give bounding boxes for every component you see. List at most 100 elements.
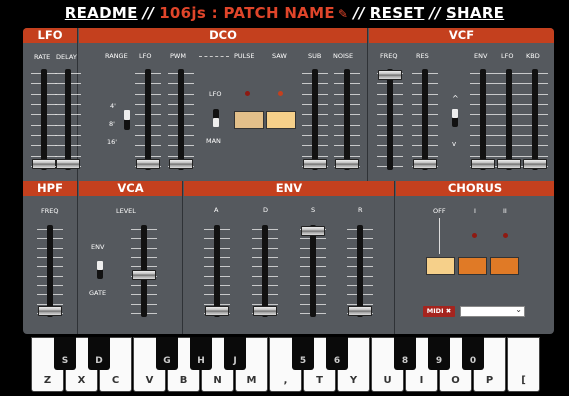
nav-separator: // [142,4,155,22]
brand-name: 106js [159,4,207,22]
vcf-lfo-label: LFO [501,52,514,60]
slider-knob[interactable] [132,270,156,280]
black-key[interactable]: 0 [462,337,484,370]
vcf-freq-slider[interactable] [377,69,403,170]
key-label: Y [349,375,358,386]
dco-noise-slider[interactable] [334,69,360,170]
slider-knob[interactable] [253,306,277,316]
vcf-polarity-switch[interactable] [452,109,458,127]
white-key[interactable]: [ [507,337,540,392]
slider-knob[interactable] [378,70,402,80]
midi-device-select[interactable]: ⌄ [460,305,525,317]
slider-knob[interactable] [497,159,521,169]
slider-knob[interactable] [38,306,62,316]
chorus-i-button[interactable] [458,257,487,275]
readme-link[interactable]: README [65,4,138,22]
vca-level-slider[interactable] [131,225,157,317]
env-d-slider[interactable] [252,225,278,317]
dco-pwm-slider[interactable] [168,69,194,170]
black-key[interactable]: 8 [394,337,416,370]
chorus-ii-button[interactable] [490,257,519,275]
slider-knob[interactable] [303,159,327,169]
key-label: 8 [401,356,409,366]
lfo-delay-slider[interactable] [55,69,81,170]
key-label: 9 [435,356,443,366]
reset-link[interactable]: RESET [370,4,425,22]
slider-knob[interactable] [413,159,437,169]
slider-knob[interactable] [523,159,547,169]
vcf-env-slider[interactable] [470,69,496,170]
dco-lfo-label: LFO [139,52,152,60]
slider-knob[interactable] [169,159,193,169]
key-label: 0 [469,356,477,366]
env-s-slider[interactable] [300,225,326,317]
key-label: C [111,375,120,386]
vcf-res-label: RES [416,52,429,60]
vca-level-label: LEVEL [116,207,136,215]
key-label: 6 [333,356,341,366]
midi-button[interactable]: MIDI ✖ [423,306,455,317]
key-label: P [485,375,494,386]
pulse-toggle-button[interactable] [234,111,264,129]
lfo-header: LFO [23,28,77,43]
slider-knob[interactable] [335,159,359,169]
saw-toggle-button[interactable] [266,111,296,129]
slider-knob[interactable] [471,159,495,169]
black-key[interactable]: 6 [326,337,348,370]
black-key[interactable]: S [54,337,76,370]
key-label: B [179,375,188,386]
chorus-ii-led [503,233,508,238]
black-key[interactable]: H [190,337,212,370]
slider-knob[interactable] [301,226,325,236]
range-switch[interactable] [124,110,130,130]
black-key[interactable]: J [224,337,246,370]
vcf-env-label: ENV [474,52,488,60]
slider-knob[interactable] [56,159,80,169]
chorus-ii-label: II [503,207,507,215]
dco-lfo-slider[interactable] [135,69,161,170]
chorus-i-label: I [474,207,476,215]
share-link[interactable]: SHARE [446,4,504,22]
dco-range-label: RANGE [105,52,128,60]
pulse-led [245,91,250,96]
slider-knob[interactable] [348,306,372,316]
vcf-lfo-slider[interactable] [496,69,522,170]
vcf-polarity-down-label: v [452,140,457,148]
lfo-delay-label: DELAY [56,53,77,61]
dco-pwm-label: PWM [170,52,186,60]
key-label: M [246,375,257,386]
pwm-man-label: MAN [206,137,221,145]
key-label: J [233,356,237,366]
pwm-mode-switch[interactable] [213,109,219,127]
saw-led [278,91,283,96]
vcf-res-slider[interactable] [412,69,438,170]
slider-knob[interactable] [32,159,56,169]
dco-noise-label: NOISE [333,52,354,60]
vca-mode-switch[interactable] [97,261,103,279]
chorus-off-label: OFF [433,207,446,215]
black-key[interactable]: G [156,337,178,370]
edit-icon[interactable]: ✎ [338,7,348,21]
slider-knob[interactable] [205,306,229,316]
patch-name[interactable]: PATCH NAME [223,4,334,22]
dco-sub-label: SUB [308,52,322,60]
patch-colon: : [211,4,218,22]
env-a-slider[interactable] [204,225,230,317]
lfo-rate-slider[interactable] [31,69,57,170]
hpf-freq-slider[interactable] [37,225,63,317]
chorus-off-button[interactable] [426,257,455,275]
vcf-kbd-slider[interactable] [522,69,548,170]
dco-sub-slider[interactable] [302,69,328,170]
black-key[interactable]: 9 [428,337,450,370]
vcf-polarity-up-label: ^ [452,94,459,103]
dco-pulse-label: PULSE [234,52,255,60]
pwm-bracket [199,56,229,57]
env-s-label: S [311,206,316,214]
chorus-off-line [439,218,440,254]
slider-knob[interactable] [136,159,160,169]
black-key[interactable]: D [88,337,110,370]
piano-keyboard: Z X C V B N M, T Y U I O P [S D G H J 5 6 8 9 0 [31,337,543,392]
black-key[interactable]: 5 [292,337,314,370]
key-label: T [316,375,323,386]
env-r-slider[interactable] [347,225,373,317]
